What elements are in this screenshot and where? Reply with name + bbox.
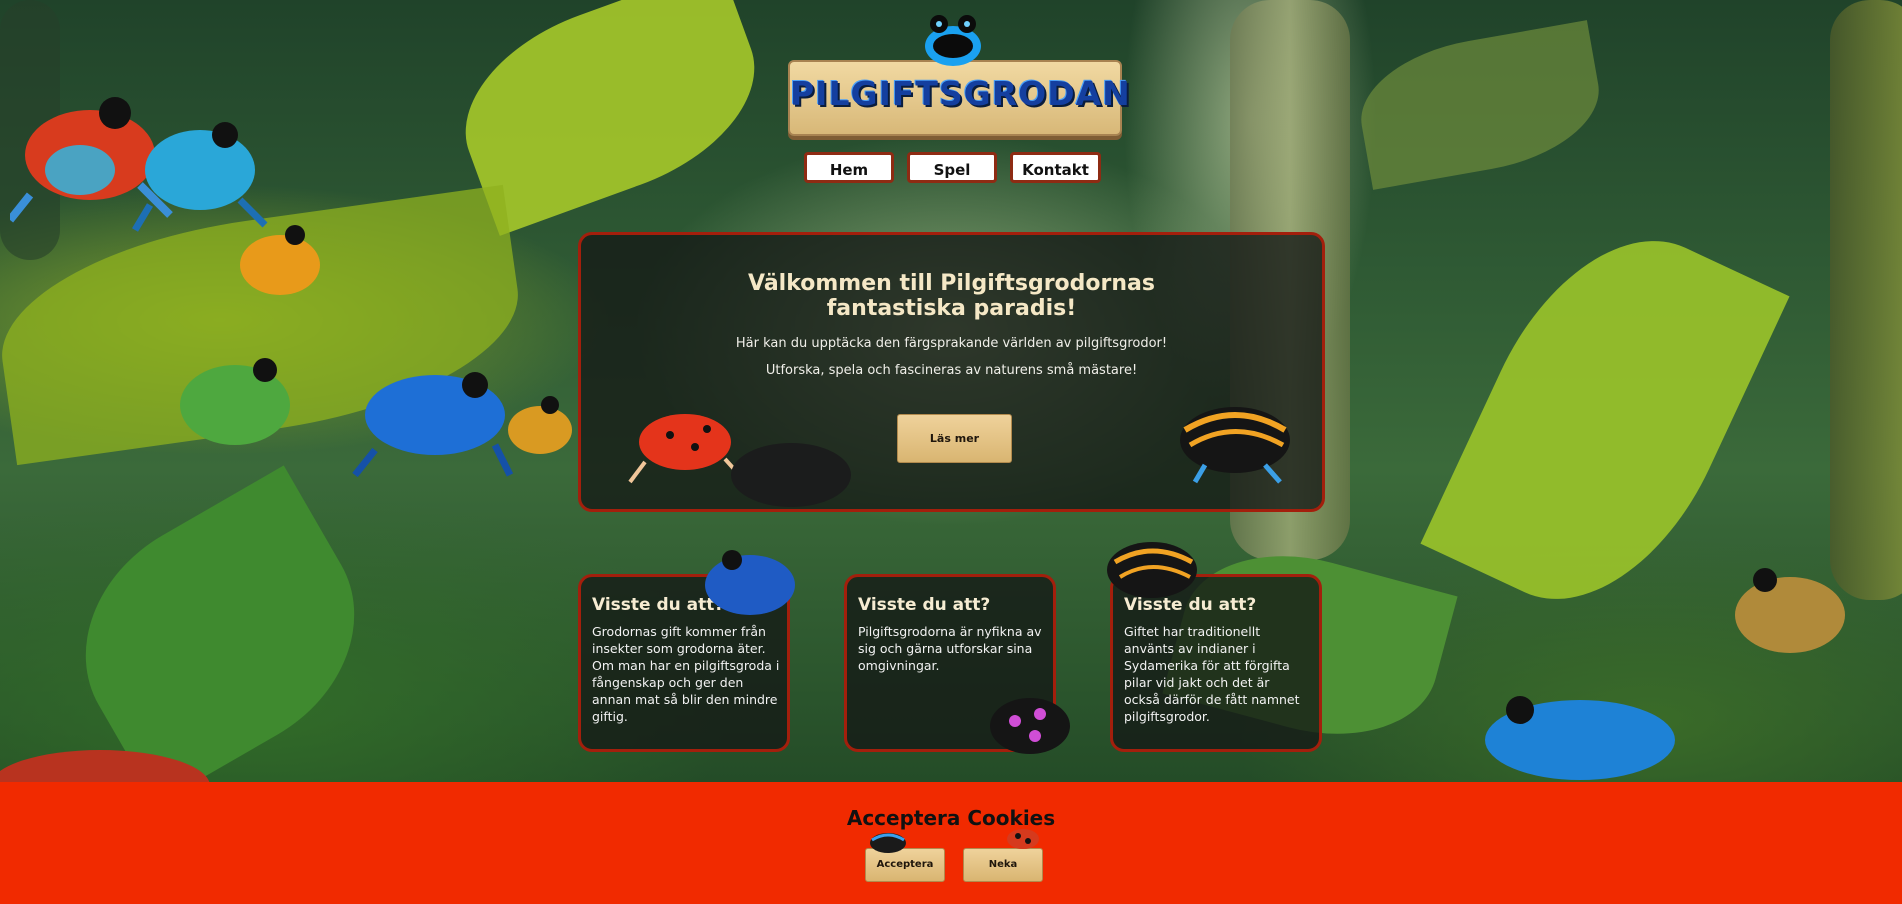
fact-1-text: Grodornas gift kommer från insekter som …: [592, 624, 780, 724]
nav-home[interactable]: Hem: [804, 152, 894, 183]
striped-frog-icon: [1180, 407, 1290, 484]
nav-contact-label: Kontakt: [1022, 161, 1089, 179]
blue-frog-card-decoration: [705, 550, 795, 615]
mushroom-illustration: [0, 750, 210, 782]
hero-tagline: Utforska, spela och fascineras av nature…: [765, 363, 1138, 378]
nav-contact[interactable]: Kontakt: [1010, 152, 1101, 183]
fact-3-text: Giftet har traditionellt använts av indi…: [1124, 624, 1300, 724]
decline-cookies-label: Neka: [988, 859, 1018, 870]
decline-frog-icon: [1007, 829, 1039, 849]
site-logo[interactable]: PILGIFTSGRODAN: [788, 60, 1131, 136]
fact-2-title: Visste du att?: [858, 595, 991, 615]
accept-frog-icon: [870, 833, 906, 853]
nav-games[interactable]: Spel: [907, 152, 997, 183]
hero-title: Välkommen till Pilgiftsgrodornas fantast…: [581, 271, 1322, 321]
hero-title-line2: fantastiska paradis!: [826, 296, 1077, 321]
logo-frog-icon: [925, 15, 981, 66]
nav-games-label: Spel: [933, 161, 971, 179]
dark-frog-silhouette: [731, 443, 851, 507]
nav-home-label: Hem: [829, 161, 869, 179]
read-more-label: Läs mer: [929, 432, 980, 445]
orange-frog-illustration: [240, 225, 320, 295]
blue-frog-illustration-3: [1485, 696, 1675, 780]
decline-cookies-button[interactable]: Neka: [963, 848, 1043, 882]
logo-text: PILGIFTSGRODAN: [790, 74, 1131, 113]
green-frog-illustration: [180, 358, 290, 445]
hero-intro: Här kan du upptäcka den färgsprakande vä…: [735, 336, 1168, 351]
yellow-frog-illustration: [1735, 568, 1845, 653]
striped-frog-card-decoration: [1107, 542, 1197, 598]
purple-frog-card-decoration: [990, 698, 1070, 754]
hero-card: Välkommen till Pilgiftsgrodornas fantast…: [578, 232, 1325, 512]
cookie-title: Acceptera Cookies: [846, 806, 1056, 830]
cookie-banner: Acceptera Cookies Acceptera Neka: [0, 782, 1902, 904]
orange-frog-illustration-2: [508, 396, 572, 454]
fact-2-text: Pilgiftsgrodorna är nyfikna av sig och g…: [858, 624, 1042, 673]
accept-cookies-label: Acceptera: [876, 859, 934, 870]
read-more-button[interactable]: Läs mer: [897, 414, 1012, 463]
hero-title-line1: Välkommen till Pilgiftsgrodornas: [748, 271, 1155, 296]
blue-frog-illustration-2: [352, 372, 514, 478]
